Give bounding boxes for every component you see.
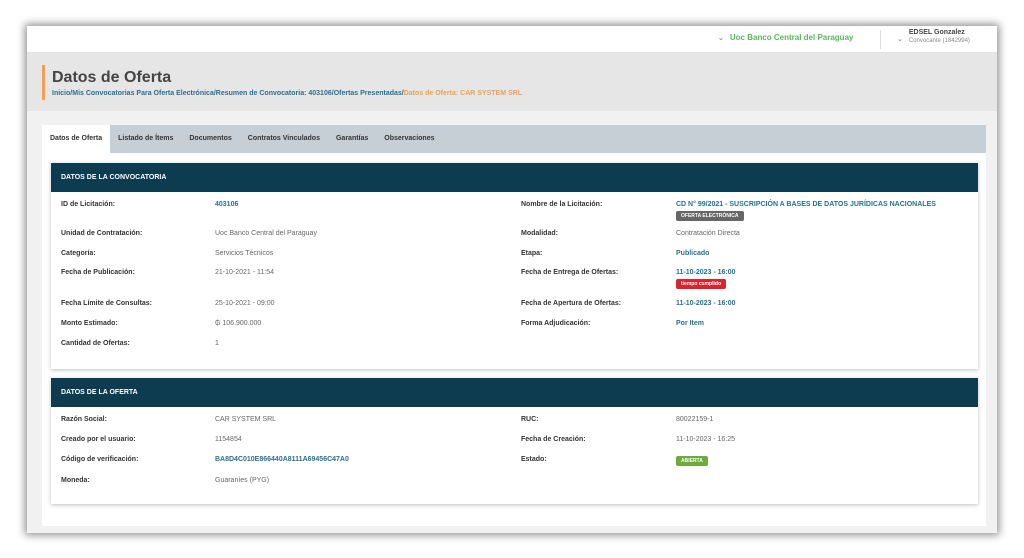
nombre-value[interactable]: CD N° 99/2021 - SUSCRIPCIÓN A BASES DE D… bbox=[676, 201, 936, 208]
publicacion-value: 21-10-2021 - 11:54 bbox=[215, 269, 275, 276]
etapa-label: Etapa: bbox=[521, 250, 543, 257]
fecha-creacion-value: 11-10-2023 - 16:25 bbox=[676, 436, 736, 443]
organization-name: Uoc Banco Central del Paraguay bbox=[729, 33, 854, 42]
unidad-label: Unidad de Contratación: bbox=[61, 230, 143, 237]
tiempo-cumplido-badge: tiempo cumplido bbox=[676, 279, 726, 289]
id-label: ID de Licitación: bbox=[61, 201, 116, 208]
panel-header: DATOS DE LA OFERTA bbox=[51, 378, 978, 407]
fecha-creacion-label: Fecha de Creación: bbox=[521, 436, 586, 443]
modalidad-value: Contratación Directa bbox=[676, 230, 740, 237]
unidad-value: Uoc Banco Central del Paraguay bbox=[215, 230, 317, 237]
modalidad-label: Modalidad: bbox=[521, 230, 558, 237]
creado-value: 1154854 bbox=[215, 436, 242, 443]
cantidad-value: 1 bbox=[215, 340, 219, 347]
user-menu[interactable]: ⌄ EDSEL Gonzalez Convocante (1842994) bbox=[897, 28, 970, 46]
categoria-label: Categoría: bbox=[61, 250, 96, 257]
consultas-value: 25-10-2021 - 09:00 bbox=[215, 300, 275, 307]
codigo-value[interactable]: BA8D4C010E866440A8111A69456C47A0 bbox=[215, 456, 349, 463]
divider bbox=[880, 30, 881, 49]
monto-label: Monto Estimado: bbox=[61, 320, 118, 327]
estado-label: Estado: bbox=[521, 456, 547, 463]
panel-header: DATOS DE LA CONVOCATORIA bbox=[51, 163, 978, 192]
razon-social-value: CAR SYSTEM SRL bbox=[215, 416, 277, 423]
apertura-value: 11-10-2023 - 16:00 bbox=[676, 300, 736, 307]
tab-garantias[interactable]: Garantías bbox=[328, 125, 376, 153]
codigo-label: Código de verificación: bbox=[61, 456, 139, 463]
moneda-value: Guaraníes (PYG) bbox=[215, 477, 270, 484]
oferta-electronica-badge: OFERTA ELECTRÓNICA bbox=[676, 211, 744, 221]
apertura-label: Fecha de Apertura de Ofertas: bbox=[521, 300, 622, 307]
cantidad-label: Cantidad de Ofertas: bbox=[61, 340, 130, 347]
id-value[interactable]: 403106 bbox=[215, 201, 238, 208]
nombre-label: Nombre de la Licitación: bbox=[521, 201, 603, 208]
adjudicacion-value: Por Item bbox=[676, 320, 705, 327]
breadcrumb-item[interactable]: Resumen de Convocatoria: 403106/ bbox=[216, 90, 334, 97]
breadcrumb-item[interactable]: Mis Convocatorias Para Oferta Electrónic… bbox=[72, 90, 216, 97]
creado-label: Creado por el usuario: bbox=[61, 436, 136, 443]
app-window: ⌄ Uoc Banco Central del Paraguay ⌄ EDSEL… bbox=[27, 26, 997, 533]
breadcrumb-item[interactable]: Inicio/ bbox=[52, 90, 72, 97]
user-name: EDSEL Gonzalez bbox=[908, 29, 965, 36]
tab-documentos[interactable]: Documentos bbox=[181, 125, 239, 153]
publicacion-label: Fecha de Publicación: bbox=[61, 269, 135, 276]
entrega-value: 11-10-2023 - 16:00 bbox=[676, 269, 736, 276]
tab-datos-de-oferta[interactable]: Datos de Oferta bbox=[42, 125, 111, 153]
convocatoria-panel: DATOS DE LA CONVOCATORIA ID de Licitació… bbox=[51, 163, 978, 369]
breadcrumb-current: Datos de Oferta: CAR SYSTEM SRL bbox=[403, 90, 522, 97]
tab-bar: Datos de Oferta Listado de Ítems Documen… bbox=[42, 125, 986, 153]
tab-observaciones[interactable]: Observaciones bbox=[376, 125, 442, 153]
breadcrumb: Inicio/Mis Convocatorias Para Oferta Ele… bbox=[52, 90, 522, 97]
tab-content: DATOS DE LA CONVOCATORIA ID de Licitació… bbox=[42, 153, 986, 526]
ruc-value: 80022159-1 bbox=[676, 416, 714, 423]
adjudicacion-label: Forma Adjudicación: bbox=[521, 320, 591, 327]
tab-contratos-vinculados[interactable]: Contratos Vinculados bbox=[240, 125, 328, 153]
page-title: Datos de Oferta bbox=[52, 69, 172, 86]
etapa-value: Publicado bbox=[676, 250, 710, 257]
categoria-value: Servicios Técnicos bbox=[215, 250, 274, 257]
moneda-label: Moneda: bbox=[61, 477, 90, 484]
monto-value: ₲ 106.900.000 bbox=[215, 320, 262, 327]
chevron-down-icon: ⌄ bbox=[897, 36, 903, 43]
chevron-down-icon: ⌄ bbox=[718, 34, 724, 42]
user-role: Convocante (1842994) bbox=[908, 38, 970, 44]
entrega-label: Fecha de Entrega de Ofertas: bbox=[521, 269, 619, 276]
breadcrumb-item[interactable]: Ofertas Presentadas/ bbox=[334, 90, 404, 97]
page-header bbox=[27, 53, 997, 111]
consultas-label: Fecha Límite de Consultas: bbox=[61, 300, 153, 307]
razon-social-label: Razón Social: bbox=[61, 416, 107, 423]
oferta-panel: DATOS DE LA OFERTA Razón Social: CAR SYS… bbox=[51, 378, 978, 504]
organization-selector[interactable]: ⌄ Uoc Banco Central del Paraguay bbox=[718, 33, 853, 42]
top-bar: ⌄ Uoc Banco Central del Paraguay ⌄ EDSEL… bbox=[27, 26, 997, 53]
title-accent-bar bbox=[42, 65, 45, 100]
estado-badge: ABIERTA bbox=[676, 456, 708, 466]
ruc-label: RUC: bbox=[521, 416, 539, 423]
tab-listado-de-items[interactable]: Listado de Ítems bbox=[110, 125, 181, 153]
